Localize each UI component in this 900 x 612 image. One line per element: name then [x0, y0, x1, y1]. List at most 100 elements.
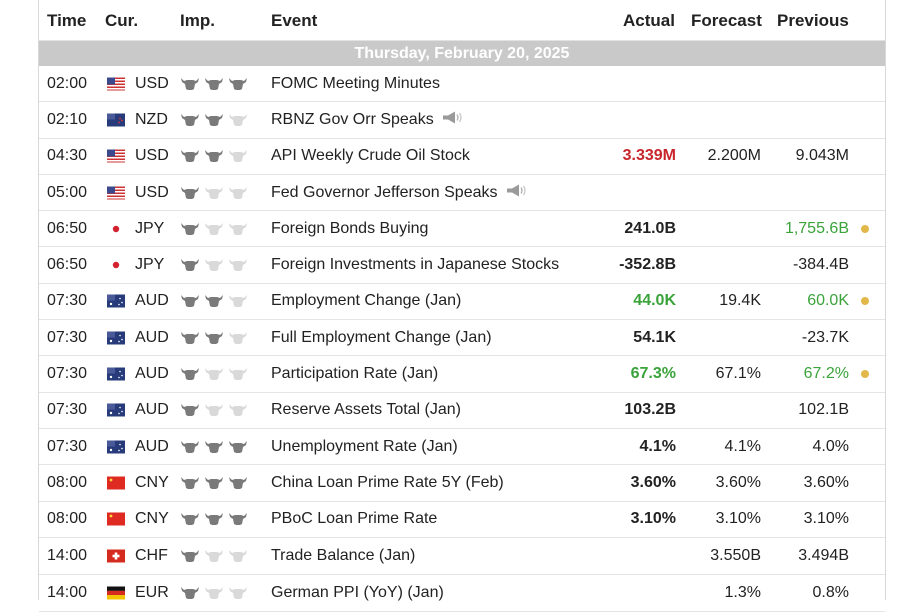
event-title[interactable]: Trade Balance (Jan) — [271, 547, 415, 564]
event-title[interactable]: Participation Rate (Jan) — [271, 365, 438, 382]
header-actual[interactable]: Actual — [623, 11, 675, 31]
previous-value: 3.494B — [798, 547, 849, 565]
au-flag-icon — [107, 367, 125, 381]
bull-filled-icon — [229, 77, 247, 90]
revision-dot-icon[interactable] — [861, 297, 869, 306]
event-name[interactable]: Reserve Assets Total (Jan) — [271, 401, 461, 419]
bull-empty-icon — [205, 587, 223, 599]
event-row[interactable]: 07:30 AUD Unemployment Rate (Jan) 4.1% 4.1% 4… — [39, 429, 885, 466]
event-name[interactable]: China Loan Prime Rate 5Y (Feb) — [271, 474, 504, 492]
header-event[interactable]: Event — [271, 11, 317, 31]
event-title[interactable]: Foreign Investments in Japanese Stocks — [271, 256, 559, 273]
event-title[interactable]: FOMC Meeting Minutes — [271, 75, 440, 92]
event-name[interactable]: RBNZ Gov Orr Speaks — [271, 110, 464, 129]
event-row[interactable]: 08:00 CNY China Loan Prime Rate 5Y (Feb) 3.… — [39, 465, 885, 502]
event-name[interactable]: Trade Balance (Jan) — [271, 547, 415, 565]
event-title[interactable]: Reserve Assets Total (Jan) — [271, 401, 461, 418]
revision-dot-icon[interactable] — [861, 370, 869, 379]
currency-code: AUD — [135, 365, 169, 383]
speech-icon — [442, 110, 464, 129]
us-flag-icon — [107, 77, 125, 91]
event-title[interactable]: Full Employment Change (Jan) — [271, 329, 492, 346]
previous-value: 102.1B — [798, 401, 849, 419]
event-row[interactable]: 07:30 AUD Reserve Assets Total (Jan) 103.2B… — [39, 393, 885, 429]
bull-empty-icon — [229, 295, 247, 308]
currency-code: USD — [135, 147, 169, 165]
bull-filled-icon — [205, 476, 223, 489]
revision-dot-icon[interactable] — [861, 224, 869, 233]
event-row[interactable]: 14:00 CHF Trade Balance (Jan) 3.550B 3.494B — [39, 538, 885, 576]
previous-value: 3.10% — [803, 510, 849, 528]
previous-value: 0.8% — [812, 584, 849, 601]
event-row[interactable]: 06:50 JPY Foreign Investments in Japanese … — [39, 247, 885, 284]
event-title[interactable]: Unemployment Rate (Jan) — [271, 438, 458, 455]
importance-rating — [180, 331, 248, 345]
bull-filled-icon — [205, 440, 223, 453]
actual-value: 241.0B — [624, 219, 676, 237]
event-title[interactable]: German PPI (YoY) (Jan) — [271, 584, 444, 601]
currency-code: CNY — [135, 510, 169, 528]
event-title[interactable]: RBNZ Gov Orr Speaks — [271, 111, 434, 128]
event-title[interactable]: PBoC Loan Prime Rate — [271, 510, 437, 527]
header-importance[interactable]: Imp. — [180, 11, 215, 31]
event-name[interactable]: German PPI (YoY) (Jan) — [271, 584, 444, 602]
bull-filled-icon — [181, 368, 199, 381]
event-time: 14:00 — [47, 584, 88, 601]
event-title[interactable]: API Weekly Crude Oil Stock — [271, 147, 470, 164]
event-row[interactable]: 08:00 CNY PBoC Loan Prime Rate 3.10% 3.10% 3.… — [39, 502, 885, 538]
speech-icon — [506, 183, 528, 202]
header-previous[interactable]: Previous — [777, 11, 849, 31]
importance-rating — [180, 186, 248, 200]
event-title[interactable]: China Loan Prime Rate 5Y (Feb) — [271, 474, 504, 491]
event-row[interactable]: 02:00 USD FOMC Meeting Minutes — [39, 66, 885, 103]
event-name[interactable]: Unemployment Rate (Jan) — [271, 438, 458, 456]
event-name[interactable]: Foreign Bonds Buying — [271, 220, 428, 238]
currency-code: JPY — [135, 219, 165, 237]
event-row[interactable]: 05:00 USD Fed Governor Jefferson Speaks — [39, 175, 885, 212]
economic-calendar: Time Cur. Imp. Event Actual Forecast Pre… — [38, 0, 886, 612]
bull-empty-icon — [205, 186, 223, 199]
importance-rating — [180, 512, 248, 526]
bull-filled-icon — [181, 259, 199, 272]
event-row[interactable]: 04:30 USD API Weekly Crude Oil Stock 3.339M… — [39, 139, 885, 175]
jp-flag-icon — [107, 258, 125, 272]
event-title[interactable]: Foreign Bonds Buying — [271, 220, 428, 237]
bull-filled-icon — [181, 150, 199, 163]
currency-code: AUD — [135, 437, 169, 455]
previous-value: 4.0% — [812, 437, 849, 455]
event-row[interactable]: 06:50 JPY Foreign Bonds Buying 241.0B 1,755.… — [39, 211, 885, 248]
day-separator: Thursday, February 20, 2025 — [39, 41, 885, 66]
event-name[interactable]: FOMC Meeting Minutes — [271, 75, 440, 93]
event-name[interactable]: Fed Governor Jefferson Speaks — [271, 183, 528, 202]
bull-empty-icon — [205, 550, 223, 563]
bull-empty-icon — [229, 331, 247, 344]
event-time: 06:50 — [47, 256, 88, 274]
event-name[interactable]: Full Employment Change (Jan) — [271, 329, 492, 347]
forecast-value: 19.4K — [719, 292, 761, 310]
nz-flag-icon — [107, 113, 125, 127]
event-name[interactable]: Foreign Investments in Japanese Stocks — [271, 256, 559, 274]
header-time[interactable]: Time — [47, 11, 86, 31]
event-row[interactable]: 14:00 EUR German PPI (YoY) (Jan) 1.3% 0.8% — [39, 575, 885, 612]
event-title[interactable]: Fed Governor Jefferson Speaks — [271, 184, 498, 201]
event-name[interactable]: API Weekly Crude Oil Stock — [271, 147, 470, 165]
importance-rating — [180, 113, 248, 127]
event-name[interactable]: Employment Change (Jan) — [271, 292, 461, 310]
event-time: 06:50 — [47, 219, 88, 237]
au-flag-icon — [107, 440, 125, 454]
cn-flag-icon — [107, 476, 125, 490]
bull-filled-icon — [205, 331, 223, 344]
bull-filled-icon — [181, 113, 199, 126]
event-name[interactable]: Participation Rate (Jan) — [271, 365, 438, 383]
event-name[interactable]: PBoC Loan Prime Rate — [271, 510, 437, 528]
event-title[interactable]: Employment Change (Jan) — [271, 292, 461, 309]
currency-code: USD — [135, 74, 169, 92]
event-row[interactable]: 02:10 NZD RBNZ Gov Orr Speaks — [39, 102, 885, 139]
event-row[interactable]: 07:30 AUD Full Employment Change (Jan) 54.1… — [39, 320, 885, 357]
event-row[interactable]: 07:30 AUD Employment Change (Jan) 44.0K 19.4… — [39, 284, 885, 321]
event-row[interactable]: 07:30 AUD Participation Rate (Jan) 67.3% 67.… — [39, 356, 885, 393]
actual-value: 44.0K — [633, 292, 676, 310]
header-forecast[interactable]: Forecast — [691, 11, 762, 31]
importance-rating — [180, 403, 248, 417]
header-currency[interactable]: Cur. — [105, 11, 138, 31]
